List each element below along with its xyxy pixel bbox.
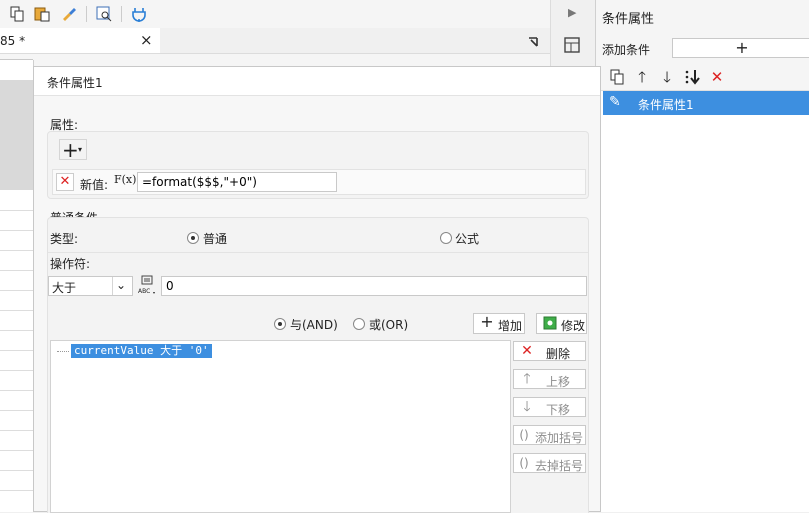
divider <box>48 252 588 253</box>
tab-menu-icon[interactable] <box>527 34 541 48</box>
operator-value: 大于 <box>52 281 77 295</box>
remove-parentheses-button[interactable]: () 去掉括号 <box>513 453 586 473</box>
dialog-title-bar: 条件属性1 <box>34 67 600 96</box>
plugin-icon[interactable] <box>130 5 148 23</box>
properties-group: + ▾ ✕ 新值: F(x) <box>47 131 589 199</box>
add-parentheses-button[interactable]: () 添加括号 <box>513 425 586 445</box>
logic-option-or: 或(OR) <box>369 318 409 332</box>
type-radio-formula[interactable] <box>440 232 452 244</box>
type-option-formula: 公式 <box>455 232 480 246</box>
format-painter-icon[interactable] <box>60 5 78 23</box>
logic-option-and: 与(AND) <box>290 318 338 332</box>
copy-icon[interactable] <box>8 5 26 23</box>
find-icon[interactable] <box>95 5 113 23</box>
plus-icon: + <box>480 312 494 331</box>
operand-input[interactable] <box>161 276 587 296</box>
parentheses-icon: () <box>519 428 529 442</box>
report-tab[interactable]: 85 * × <box>0 28 160 54</box>
report-tab-label: 85 * <box>0 34 26 48</box>
arrow-down-icon: 🡓 <box>523 399 531 415</box>
formula-icon[interactable]: F(x) <box>114 173 136 186</box>
condition-list-toolbar: 🡑 🡓 ✕ <box>596 64 809 91</box>
plus-icon: + <box>62 138 79 162</box>
add-condition-rule-button[interactable]: + 增加 <box>473 313 525 334</box>
chevron-down-icon: ⌄ <box>116 278 127 292</box>
tab-strip <box>160 28 550 54</box>
delete-property-icon[interactable]: ✕ <box>56 173 74 191</box>
condition-panel: 条件属性 添加条件 + 🡑 🡓 ✕ ✎ 条件属性1 <box>595 0 809 512</box>
condition-item-label: 条件属性1 <box>638 98 694 112</box>
arrow-up-icon: 🡑 <box>523 371 531 387</box>
remove-parentheses-icon: () <box>519 456 529 470</box>
modify-button[interactable]: 修改 <box>536 313 587 334</box>
condition-list-item[interactable]: ✎ 条件属性1 <box>603 91 809 115</box>
add-property-button[interactable]: + ▾ <box>59 138 87 162</box>
spreadsheet-grid[interactable] <box>0 60 34 512</box>
condition-properties-dialog: 条件属性1 属性: + ▾ ✕ 新值: F(x) 普通条件 类型: 普通 公式 … <box>33 66 601 513</box>
move-down-button[interactable]: 🡓 下移 <box>513 397 586 417</box>
copy-icon[interactable] <box>608 68 626 86</box>
add-condition-row: 添加条件 + <box>596 30 809 65</box>
add-condition-button[interactable]: + <box>672 38 809 58</box>
type-option-normal: 普通 <box>203 232 228 246</box>
delete-icon: ✕ <box>521 343 533 359</box>
logic-radio-and[interactable] <box>274 318 286 330</box>
caret-down-icon: ▾ <box>78 145 83 154</box>
type-label: 类型: <box>50 232 79 246</box>
logic-radio-or[interactable] <box>353 318 365 330</box>
move-bottom-icon[interactable] <box>683 68 701 86</box>
chevron-right-icon[interactable]: ▶ <box>568 6 576 19</box>
operator-label: 操作符: <box>50 257 91 271</box>
property-row: ✕ 新值: F(x) <box>52 169 586 195</box>
condition-panel-title: 条件属性 <box>602 12 655 27</box>
type-radio-normal[interactable] <box>187 232 199 244</box>
format-toolbar <box>0 54 550 66</box>
dialog-title: 条件属性1 <box>47 76 103 90</box>
delete-rule-button[interactable]: ✕ 删除 <box>513 341 586 361</box>
condition-rule-list[interactable]: currentValue 大于 '0' <box>50 340 511 513</box>
arrow-down-icon[interactable]: 🡓 <box>658 68 676 86</box>
operator-select[interactable]: 大于 ⌄ <box>48 276 133 296</box>
add-condition-label: 添加条件 <box>602 43 651 57</box>
new-value-input[interactable] <box>137 172 337 192</box>
close-icon[interactable]: × <box>140 31 153 49</box>
sheet-column-header <box>0 80 33 190</box>
paste-icon[interactable] <box>33 5 51 23</box>
delete-icon[interactable]: ✕ <box>708 68 726 86</box>
condition-panel-header: 条件属性 <box>596 0 809 31</box>
pencil-icon: ✎ <box>609 94 621 110</box>
main-toolbar <box>0 0 550 29</box>
abc-format-icon[interactable]: ABC <box>137 275 157 297</box>
new-value-label: 新值: <box>80 178 109 192</box>
tree-connector <box>57 351 69 353</box>
svg-text:ABC: ABC <box>138 288 150 295</box>
condition-rule-item[interactable]: currentValue 大于 '0' <box>71 344 212 358</box>
grid-icon[interactable] <box>563 36 581 54</box>
move-up-button[interactable]: 🡑 上移 <box>513 369 586 389</box>
arrow-up-icon[interactable]: 🡑 <box>633 68 651 86</box>
gear-edit-icon <box>543 316 557 330</box>
